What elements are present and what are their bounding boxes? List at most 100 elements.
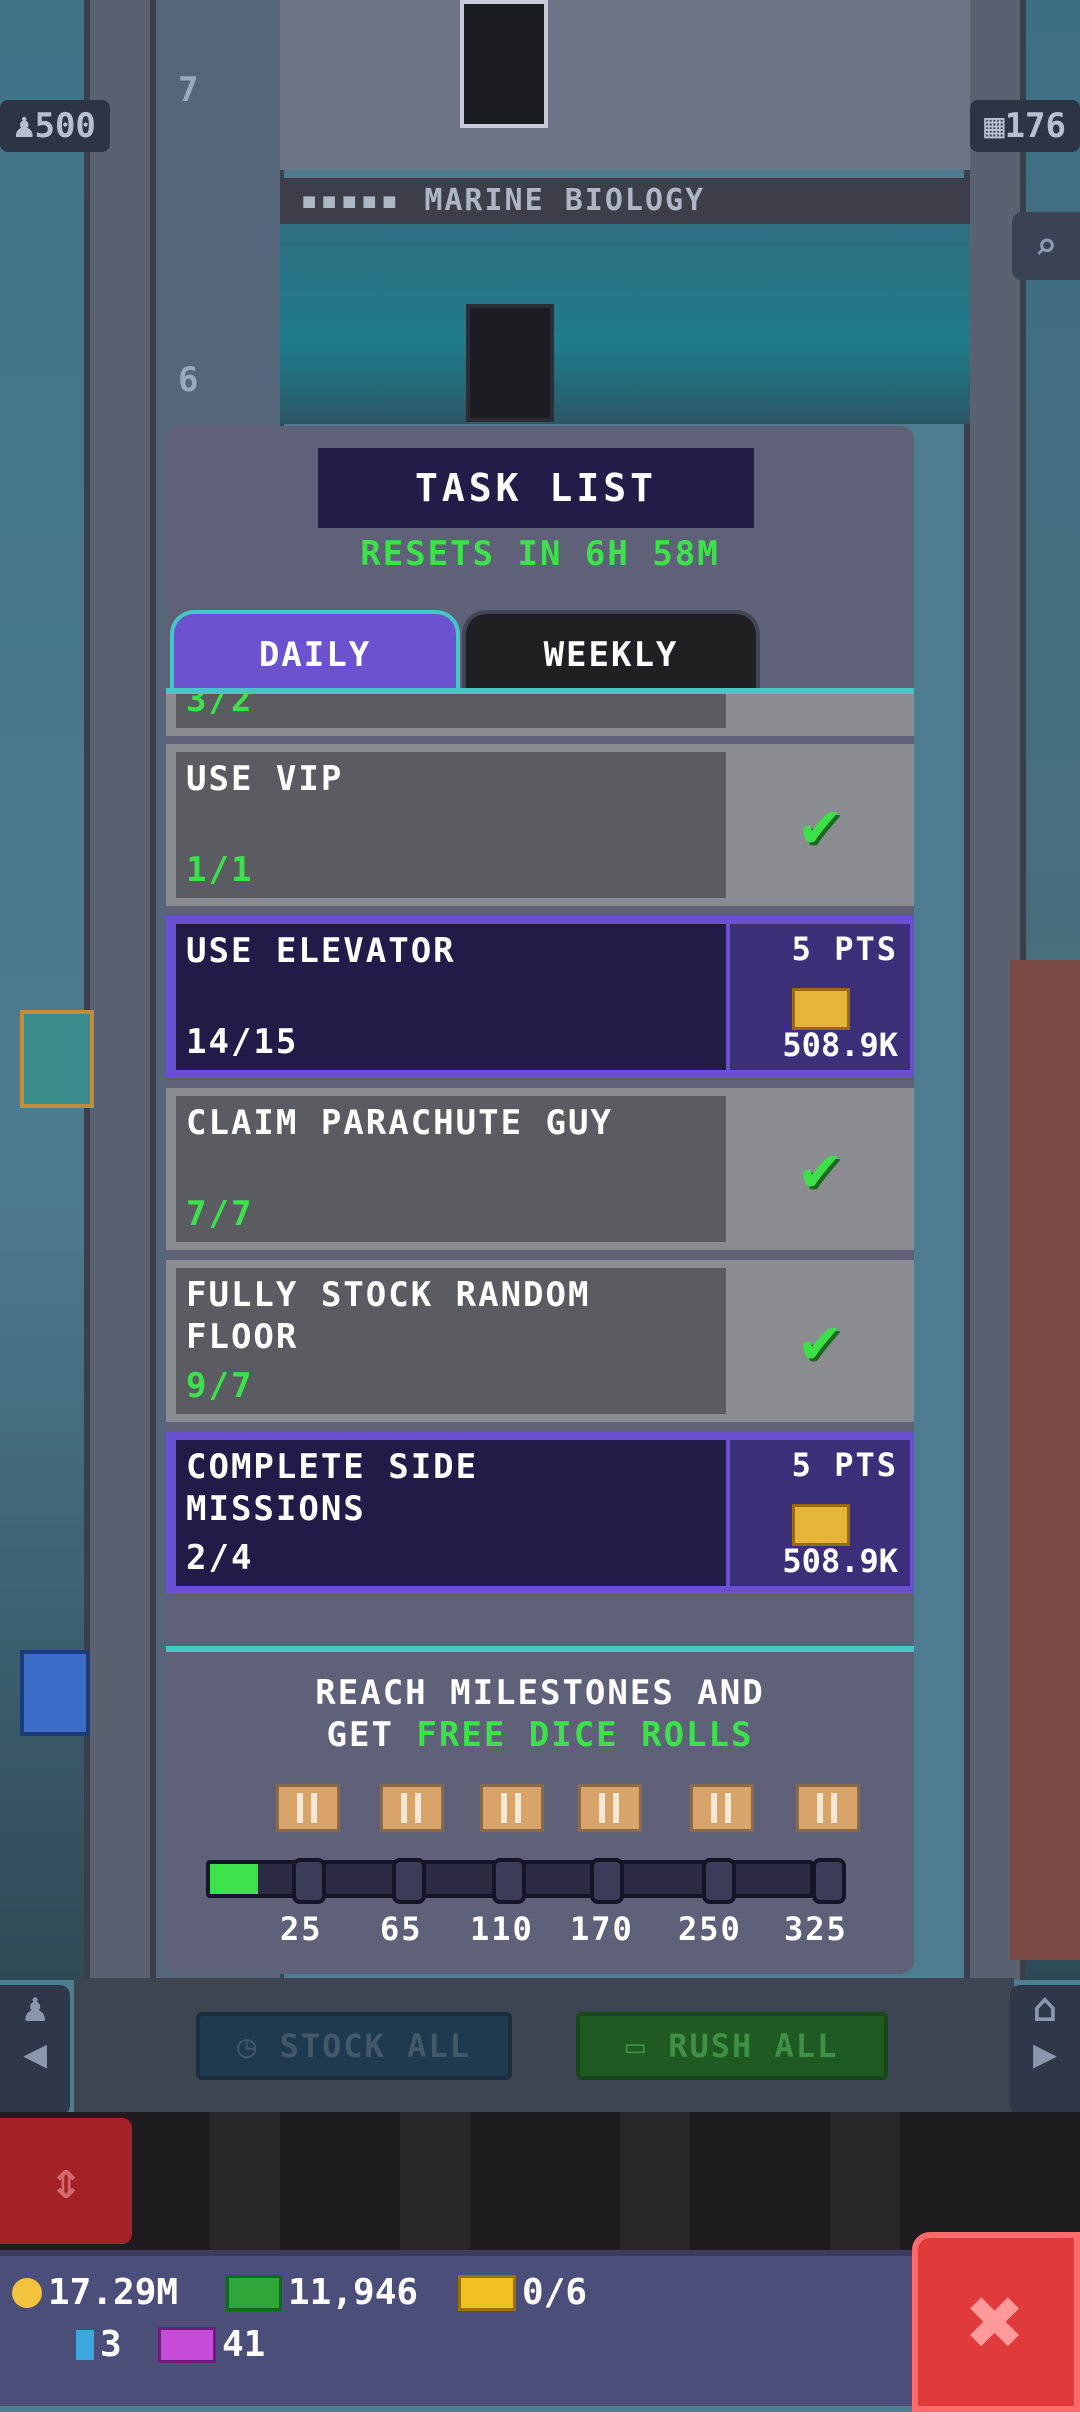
task-progress: 14/15: [186, 1022, 299, 1062]
coin-stack-icon: [792, 988, 850, 1030]
search-icon[interactable]: ⌕: [1012, 212, 1080, 280]
task-row[interactable]: CLAIM PARACHUTE GUY 7/7 ✔: [166, 1088, 914, 1250]
task-progress: 1/1: [186, 850, 254, 890]
milestone-node: [492, 1858, 526, 1904]
bux-value: 11,946: [288, 2272, 419, 2313]
bux-resource[interactable]: 11,946: [226, 2272, 418, 2313]
close-icon: ✖: [967, 2266, 1025, 2378]
tickets-resource[interactable]: 0/6: [458, 2272, 587, 2313]
home-icon: ⌂: [1032, 1985, 1058, 2031]
arrow-right-icon: ▶: [1032, 2031, 1058, 2077]
stock-all-button[interactable]: ◷ STOCK ALL: [196, 2012, 512, 2080]
task-points: 5 PTS: [791, 1446, 898, 1484]
task-reward: 508.9K: [782, 1542, 898, 1580]
clock-icon: ◷: [237, 2027, 280, 2065]
gems-value: 3: [100, 2324, 122, 2365]
task-tabs: DAILY WEEKLY: [166, 610, 914, 700]
coins-value: 17.29M: [48, 2272, 179, 2313]
stock-all-label: STOCK ALL: [279, 2027, 471, 2065]
task-row[interactable]: USE VIP 1/1 ✔: [166, 744, 914, 906]
task-row[interactable]: USE ELEVATOR 14/15 5 PTS 508.9K: [166, 916, 914, 1078]
task-list[interactable]: 3/2 USE VIP 1/1 ✔ USE ELEVATOR 14/15 5 P…: [166, 694, 914, 1672]
ground-level: [0, 2112, 1080, 2250]
vip-icon: [158, 2326, 216, 2363]
task-row[interactable]: COMPLETE SIDE MISSIONS 2/4 5 PTS 508.9K: [166, 1432, 914, 1594]
floor-number: 6: [178, 360, 199, 400]
vip-resource[interactable]: 41: [158, 2324, 265, 2365]
population-value: 500: [34, 106, 96, 146]
task-name: FULLY STOCK RANDOM FLOOR: [186, 1275, 591, 1357]
milestone-label: 65: [380, 1910, 423, 1948]
task-name: USE ELEVATOR: [186, 931, 456, 971]
milestone-label: 110: [470, 1910, 534, 1948]
task-points: 5 PTS: [791, 930, 898, 968]
task-progress: 2/4: [186, 1538, 254, 1578]
task-list-modal: TASK LIST RESETS IN 6H 58M DAILY WEEKLY …: [166, 426, 914, 1974]
task-progress: 3/2: [186, 694, 254, 720]
rush-all-label: RUSH ALL: [668, 2027, 839, 2065]
population-counter[interactable]: ♟500: [0, 100, 110, 152]
tower-wall-left: [84, 0, 156, 1980]
tab-weekly[interactable]: WEEKLY: [462, 610, 760, 696]
task-row[interactable]: 3/2: [166, 694, 914, 736]
milestone-label: 25: [280, 1910, 323, 1948]
vip-value: 41: [222, 2324, 266, 2365]
tab-daily[interactable]: DAILY: [170, 610, 460, 696]
building-icon: ▦: [984, 106, 1005, 146]
billboard-sign: [20, 1010, 94, 1108]
floor-sign: ▪▪▪▪▪ MARINE BIOLOGY: [280, 178, 970, 224]
milestone-label: 170: [570, 1910, 634, 1948]
floor-counter[interactable]: ▦176: [970, 100, 1080, 152]
modal-title: TASK LIST: [318, 448, 754, 528]
dice-reward-icon[interactable]: [796, 1784, 860, 1832]
dice-reward-icon[interactable]: [578, 1784, 642, 1832]
dice-reward-icon[interactable]: [276, 1784, 340, 1832]
task-row[interactable]: FULLY STOCK RANDOM FLOOR 9/7 ✔: [166, 1260, 914, 1422]
upper-floor[interactable]: [280, 0, 970, 170]
rush-all-button[interactable]: ▭ RUSH ALL: [576, 2012, 888, 2080]
floor-door: [466, 304, 554, 422]
milestone-text-line1: REACH MILESTONES AND: [315, 1673, 765, 1713]
lobby-right-button[interactable]: ⌂ ▶: [1010, 1985, 1080, 2115]
milestone-panel: REACH MILESTONES AND GET FREE DICE ROLLS…: [166, 1646, 914, 1974]
milestone-node: [812, 1858, 846, 1904]
milestone-node: [392, 1858, 426, 1904]
up-down-arrow-icon: ⇕: [50, 2151, 82, 2211]
elevator-updown-button[interactable]: ⇕: [0, 2118, 132, 2244]
check-icon: ✔: [800, 1132, 840, 1206]
coins-resource[interactable]: 17.29M: [12, 2272, 178, 2313]
gems-resource[interactable]: 3: [76, 2324, 122, 2365]
floor-count-value: 176: [1004, 106, 1066, 146]
neighbor-building: [1010, 960, 1080, 1960]
milestone-label: 325: [784, 1910, 848, 1948]
coin-icon: [12, 2277, 42, 2308]
milestone-progress-fill: [210, 1864, 258, 1894]
dice-reward-icon[interactable]: [380, 1784, 444, 1832]
person-icon: ♟: [22, 1985, 48, 2031]
reset-timer: RESETS IN 6H 58M: [360, 534, 720, 574]
task-name: CLAIM PARACHUTE GUY: [186, 1103, 613, 1143]
gem-icon: [76, 2329, 94, 2360]
task-progress: 9/7: [186, 1366, 254, 1406]
dice-reward-icon[interactable]: [480, 1784, 544, 1832]
close-button[interactable]: ✖: [912, 2232, 1080, 2412]
bux-icon: ▭: [625, 2027, 669, 2065]
milestone-label: 250: [678, 1910, 742, 1948]
resource-bar: 17.29M 11,946 0/6 3 41: [0, 2250, 930, 2406]
coin-stack-icon: [792, 1504, 850, 1546]
marine-biology-floor[interactable]: [280, 224, 970, 424]
floor-name: MARINE BIOLOGY: [424, 183, 706, 218]
milestone-node: [292, 1858, 326, 1904]
person-icon: ♟: [14, 106, 35, 146]
floor-door: [460, 0, 548, 128]
ticket-icon: [458, 2274, 516, 2311]
milestone-text: REACH MILESTONES AND GET FREE DICE ROLLS: [166, 1672, 914, 1756]
check-icon: ✔: [800, 1304, 840, 1378]
free-dice-rolls-highlight: FREE DICE ROLLS: [416, 1715, 754, 1755]
people-icon: ▪▪▪▪▪: [300, 183, 401, 218]
elevator-left-button[interactable]: ♟ ◀: [0, 1985, 70, 2115]
milestone-node: [590, 1858, 624, 1904]
task-name: USE VIP: [186, 759, 344, 799]
arrow-left-icon: ◀: [22, 2031, 48, 2077]
dice-reward-icon[interactable]: [690, 1784, 754, 1832]
